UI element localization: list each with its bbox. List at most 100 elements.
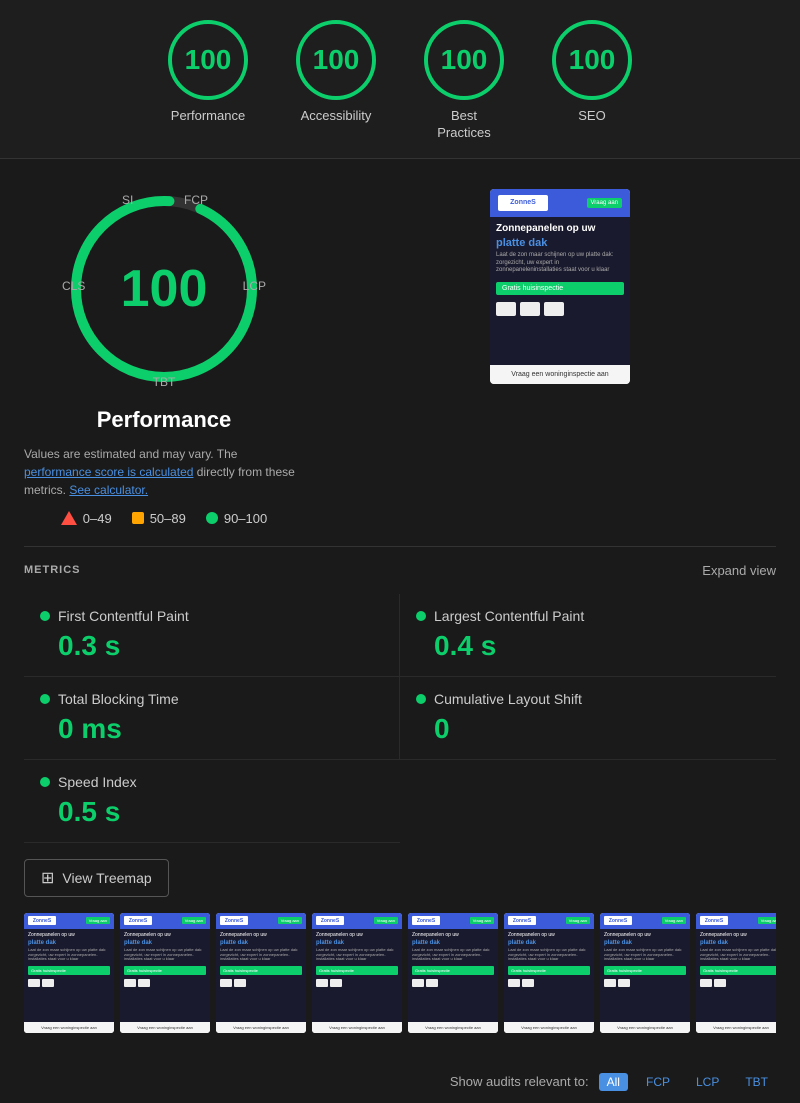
filter-fcp-button[interactable]: FCP xyxy=(638,1073,678,1091)
screenshot-footer: Vraag een woninginspectie aan xyxy=(490,365,630,384)
metric-si-dot xyxy=(40,777,50,787)
performance-section: SI FCP CLS LCP TBT 100 Performance Value… xyxy=(24,179,776,526)
gauge-label-si: SI xyxy=(122,193,133,207)
metric-cls-value: 0 xyxy=(416,713,760,745)
gauge-label-tbt: TBT xyxy=(153,375,176,389)
score-legend: 0–49 50–89 90–100 xyxy=(61,511,267,526)
screenshot-inspection-btn: Gratis huisinspectie xyxy=(496,282,624,295)
perf-section-title: Performance xyxy=(97,407,232,433)
score-label-seo: SEO xyxy=(578,108,605,125)
gauge-labels: SI FCP CLS LCP TBT 100 xyxy=(54,179,274,399)
metric-tbt-dot xyxy=(40,694,50,704)
thumb-1-header: ZonneS Vraag aan xyxy=(24,913,114,929)
score-accessibility: 100 Accessibility xyxy=(296,20,376,142)
treemap-icon: ⊞ xyxy=(41,868,54,888)
gauge-label-cls: CLS xyxy=(62,279,85,293)
metric-tbt-name-row: Total Blocking Time xyxy=(40,691,383,707)
metric-si: Speed Index 0.5 s xyxy=(24,760,400,843)
score-label-best-practices: BestPractices xyxy=(437,108,490,142)
metric-cls-name-row: Cumulative Layout Shift xyxy=(416,691,760,707)
metric-lcp-dot xyxy=(416,611,426,621)
score-circle-seo: 100 xyxy=(552,20,632,100)
screenshot-body-text: Laat de zon maar schijnen op uw platte d… xyxy=(496,252,624,275)
thumb-1-btn: Vraag aan xyxy=(86,917,110,924)
scores-section: 100 Performance 100 Accessibility 100 Be… xyxy=(0,0,800,159)
score-label-performance: Performance xyxy=(171,108,245,125)
main-content: SI FCP CLS LCP TBT 100 Performance Value… xyxy=(0,159,800,1061)
screenshot-body: Zonnepanelen op uw platte dak Laat de zo… xyxy=(490,217,630,365)
metric-fcp-name-row: First Contentful Paint xyxy=(40,608,383,624)
section-divider xyxy=(24,546,776,547)
thumb-1-logo: ZonneS xyxy=(28,916,56,925)
gauge-container: SI FCP CLS LCP TBT 100 Performance Value… xyxy=(24,179,304,526)
screenshot-partner-logo-1 xyxy=(496,302,516,316)
screenshot-page-title: Zonnepanelen op uw xyxy=(496,223,624,234)
metric-fcp-label: First Contentful Paint xyxy=(58,608,189,624)
score-circle-best-practices: 100 xyxy=(424,20,504,100)
page-screenshot: ZonneS Vraag aan Zonnepanelen op uw plat… xyxy=(490,189,630,384)
thumbnail-6: ZonneS Vraag aan Zonnepanelen op uw plat… xyxy=(504,913,594,1033)
legend-pass: 90–100 xyxy=(206,511,267,526)
treemap-btn-label: View Treemap xyxy=(62,870,151,886)
metric-lcp-name-row: Largest Contentful Paint xyxy=(416,608,760,624)
screenshot-logos-row xyxy=(496,302,624,316)
gauge-label-fcp: FCP xyxy=(184,193,208,207)
metric-tbt: Total Blocking Time 0 ms xyxy=(24,677,400,760)
perf-description: Values are estimated and may vary. The p… xyxy=(24,445,304,499)
screenshot-partner-logo-2 xyxy=(520,302,540,316)
page-footer: Show audits relevant to: All FCP LCP TBT xyxy=(0,1061,800,1103)
fail-icon xyxy=(61,511,77,525)
metric-si-name-row: Speed Index xyxy=(40,774,384,790)
thumbnail-7: ZonneS Vraag aan Zonnepanelen op uw plat… xyxy=(600,913,690,1033)
metric-tbt-label: Total Blocking Time xyxy=(58,691,179,707)
screenshot-container: ZonneS Vraag aan Zonnepanelen op uw plat… xyxy=(344,179,776,384)
thumbnail-2: ZonneS Vraag aan Zonnepanelen op uw plat… xyxy=(120,913,210,1033)
metric-lcp: Largest Contentful Paint 0.4 s xyxy=(400,594,776,677)
show-audits-label: Show audits relevant to: xyxy=(450,1074,589,1089)
metric-lcp-label: Largest Contentful Paint xyxy=(434,608,584,624)
metric-si-label: Speed Index xyxy=(58,774,137,790)
metric-lcp-value: 0.4 s xyxy=(416,630,760,662)
score-circle-accessibility: 100 xyxy=(296,20,376,100)
metric-si-value: 0.5 s xyxy=(40,796,384,828)
metric-cls-label: Cumulative Layout Shift xyxy=(434,691,582,707)
legend-average: 50–89 xyxy=(132,511,186,526)
thumbnail-5: ZonneS Vraag aan Zonnepanelen op uw plat… xyxy=(408,913,498,1033)
metric-cls: Cumulative Layout Shift 0 xyxy=(400,677,776,760)
score-performance: 100 Performance xyxy=(168,20,248,142)
score-best-practices: 100 BestPractices xyxy=(424,20,504,142)
metric-fcp-value: 0.3 s xyxy=(40,630,383,662)
screenshot-cta-btn: Vraag aan xyxy=(587,198,622,208)
filter-tbt-button[interactable]: TBT xyxy=(737,1073,776,1091)
screenshot-site-logo: ZonneS xyxy=(498,195,548,211)
screenshot-highlight-text: platte dak xyxy=(496,237,624,249)
score-label-accessibility: Accessibility xyxy=(301,108,372,125)
metrics-title: METRICS xyxy=(24,564,81,576)
gauge-center-value: 100 xyxy=(121,259,208,319)
legend-fail: 0–49 xyxy=(61,511,112,526)
gauge-label-lcp: LCP xyxy=(243,279,266,293)
screenshot-partner-logo-3 xyxy=(544,302,564,316)
metrics-grid: First Contentful Paint 0.3 s Largest Con… xyxy=(24,594,776,760)
thumbnail-8: ZonneS Vraag aan Zonnepanelen op uw plat… xyxy=(696,913,776,1033)
metric-cls-dot xyxy=(416,694,426,704)
screenshot-header: ZonneS Vraag aan xyxy=(490,189,630,217)
metric-fcp-dot xyxy=(40,611,50,621)
metrics-header: METRICS Expand view xyxy=(24,563,776,578)
score-seo: 100 SEO xyxy=(552,20,632,142)
calculator-link[interactable]: See calculator. xyxy=(69,483,148,497)
score-circle-performance: 100 xyxy=(168,20,248,100)
view-treemap-button[interactable]: ⊞ View Treemap xyxy=(24,859,169,897)
thumbnail-1: ZonneS Vraag aan Zonnepanelen op uw plat… xyxy=(24,913,114,1033)
filter-all-button[interactable]: All xyxy=(599,1073,628,1091)
expand-view-button[interactable]: Expand view xyxy=(702,563,776,578)
perf-score-link[interactable]: performance score is calculated xyxy=(24,465,193,479)
treemap-section: ⊞ View Treemap ZonneS Vraag aan Zonnepan… xyxy=(24,859,776,1041)
average-icon xyxy=(132,512,144,524)
metric-tbt-value: 0 ms xyxy=(40,713,383,745)
pass-icon xyxy=(206,512,218,524)
thumb-1-body: Zonnepanelen op uw platte dak Laat de zo… xyxy=(24,929,114,1022)
metric-fcp: First Contentful Paint 0.3 s xyxy=(24,594,400,677)
thumbnail-3: ZonneS Vraag aan Zonnepanelen op uw plat… xyxy=(216,913,306,1033)
filter-lcp-button[interactable]: LCP xyxy=(688,1073,727,1091)
